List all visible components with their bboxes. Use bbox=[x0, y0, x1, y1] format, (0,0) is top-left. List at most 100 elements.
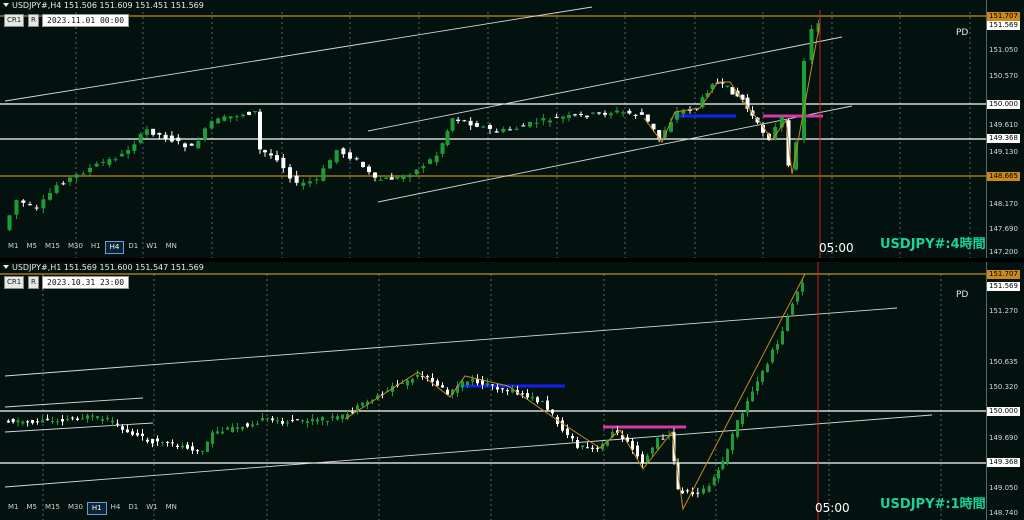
candle bbox=[211, 432, 214, 444]
candle bbox=[21, 421, 25, 424]
timeframe-h4[interactable]: H4 bbox=[104, 241, 125, 254]
timeframe-m30[interactable]: M30 bbox=[64, 241, 87, 252]
candle bbox=[119, 153, 124, 157]
candle bbox=[81, 173, 86, 175]
mt4-window: USDJPY#,H4 151.506 151.609 151.451 151.5… bbox=[0, 0, 1024, 520]
cr1-button[interactable]: CR1 bbox=[4, 276, 25, 289]
candle bbox=[554, 116, 559, 118]
cr1-button[interactable]: CR1 bbox=[4, 14, 25, 27]
h1-tag-150000: 150.000 bbox=[987, 407, 1020, 416]
h1-trendline-upper[interactable] bbox=[4, 307, 898, 377]
candle bbox=[440, 143, 445, 154]
candle bbox=[241, 426, 244, 430]
candle bbox=[101, 419, 104, 421]
timeframe-h4[interactable]: H4 bbox=[107, 502, 125, 513]
candle bbox=[176, 445, 179, 447]
candle bbox=[275, 155, 279, 161]
timeframe-m5[interactable]: M5 bbox=[23, 502, 42, 513]
h4-date-box[interactable]: 2023.11.01 00:00 bbox=[42, 14, 130, 27]
candle bbox=[31, 420, 34, 424]
h1-date-box[interactable]: 2023.10.31 23:00 bbox=[42, 276, 130, 289]
h1-symbol-label: USDJPY#:1時間 bbox=[880, 497, 986, 512]
candle bbox=[681, 490, 684, 494]
candle bbox=[331, 416, 334, 418]
candle bbox=[361, 402, 364, 406]
h1-price-label: 149.050 bbox=[989, 484, 1018, 492]
candle bbox=[486, 383, 489, 385]
timeframe-w1[interactable]: W1 bbox=[142, 241, 161, 252]
candle bbox=[126, 429, 129, 433]
candle bbox=[48, 193, 52, 200]
h4-tag-151569: 151.569 bbox=[987, 21, 1020, 30]
candle bbox=[266, 418, 269, 420]
collapse-triangle-icon[interactable] bbox=[3, 265, 9, 269]
candle bbox=[326, 421, 329, 423]
h1-trendline-short-a[interactable] bbox=[4, 397, 144, 408]
candle bbox=[171, 442, 174, 444]
candle bbox=[321, 168, 326, 181]
candle bbox=[471, 378, 474, 382]
collapse-triangle-icon[interactable] bbox=[3, 3, 9, 7]
candle bbox=[741, 413, 744, 425]
candle bbox=[796, 291, 799, 302]
h1-trendline-lower[interactable] bbox=[4, 414, 933, 488]
candle bbox=[488, 125, 492, 129]
h4-price-axis[interactable]: 151.707 151.569 151.050 150.570 150.000 … bbox=[986, 0, 1024, 258]
candle bbox=[181, 445, 184, 448]
h1-chart-canvas[interactable] bbox=[0, 262, 1024, 520]
candle bbox=[395, 176, 400, 179]
candle bbox=[163, 134, 168, 140]
candle bbox=[258, 111, 262, 150]
candle bbox=[496, 387, 499, 390]
candle bbox=[61, 183, 66, 185]
candle bbox=[316, 419, 319, 422]
candle bbox=[466, 381, 469, 386]
candle bbox=[474, 122, 479, 127]
candle bbox=[308, 181, 312, 184]
candle bbox=[445, 130, 450, 145]
h1-title: USDJPY#,H1 151.569 151.600 151.547 151.5… bbox=[3, 262, 204, 274]
timeframe-mn[interactable]: MN bbox=[162, 502, 181, 513]
chart-pane-h1[interactable]: USDJPY#,H1 151.569 151.600 151.547 151.5… bbox=[0, 262, 1024, 520]
candle bbox=[627, 110, 632, 114]
h4-chart-canvas[interactable] bbox=[0, 0, 1024, 258]
candle bbox=[621, 112, 626, 114]
candle bbox=[541, 118, 546, 121]
candle bbox=[501, 388, 504, 390]
h1-price-axis[interactable]: 151.707 151.569 151.270 150.635 150.320 … bbox=[986, 262, 1024, 520]
r-button[interactable]: R bbox=[28, 276, 39, 289]
candle bbox=[328, 160, 332, 169]
timeframe-m30[interactable]: M30 bbox=[64, 502, 87, 513]
h1-price-label: 150.320 bbox=[989, 383, 1018, 391]
candle bbox=[481, 126, 486, 128]
candle bbox=[633, 114, 638, 116]
timeframe-h1[interactable]: H1 bbox=[86, 502, 107, 515]
r-button[interactable]: R bbox=[28, 14, 39, 27]
candle bbox=[436, 380, 439, 386]
candle bbox=[428, 159, 432, 164]
timeframe-m15[interactable]: M15 bbox=[41, 502, 64, 513]
h4-price-label: 151.050 bbox=[989, 46, 1018, 54]
candle bbox=[201, 451, 204, 453]
h1-zigzag bbox=[344, 273, 806, 511]
timeframe-m15[interactable]: M15 bbox=[41, 241, 64, 252]
h1-price-label: 148.740 bbox=[989, 509, 1018, 517]
candle bbox=[231, 427, 234, 433]
chart-pane-h4[interactable]: USDJPY#,H4 151.506 151.609 151.451 151.5… bbox=[0, 0, 1024, 258]
timeframe-mn[interactable]: MN bbox=[162, 241, 181, 252]
h4-time-label: 05:00 bbox=[819, 241, 854, 255]
timeframe-d1[interactable]: D1 bbox=[124, 502, 142, 513]
h4-price-label: 147.690 bbox=[989, 225, 1018, 233]
timeframe-d1[interactable]: D1 bbox=[124, 241, 142, 252]
timeframe-m1[interactable]: M1 bbox=[4, 241, 23, 252]
candle bbox=[615, 110, 619, 113]
timeframe-h1[interactable]: H1 bbox=[87, 241, 105, 252]
candle bbox=[721, 460, 725, 470]
timeframe-w1[interactable]: W1 bbox=[142, 502, 161, 513]
timeframe-m1[interactable]: M1 bbox=[4, 502, 23, 513]
candle bbox=[411, 378, 414, 383]
candle bbox=[501, 128, 506, 132]
timeframe-m5[interactable]: M5 bbox=[23, 241, 42, 252]
candle bbox=[209, 121, 214, 129]
candle bbox=[348, 152, 352, 159]
